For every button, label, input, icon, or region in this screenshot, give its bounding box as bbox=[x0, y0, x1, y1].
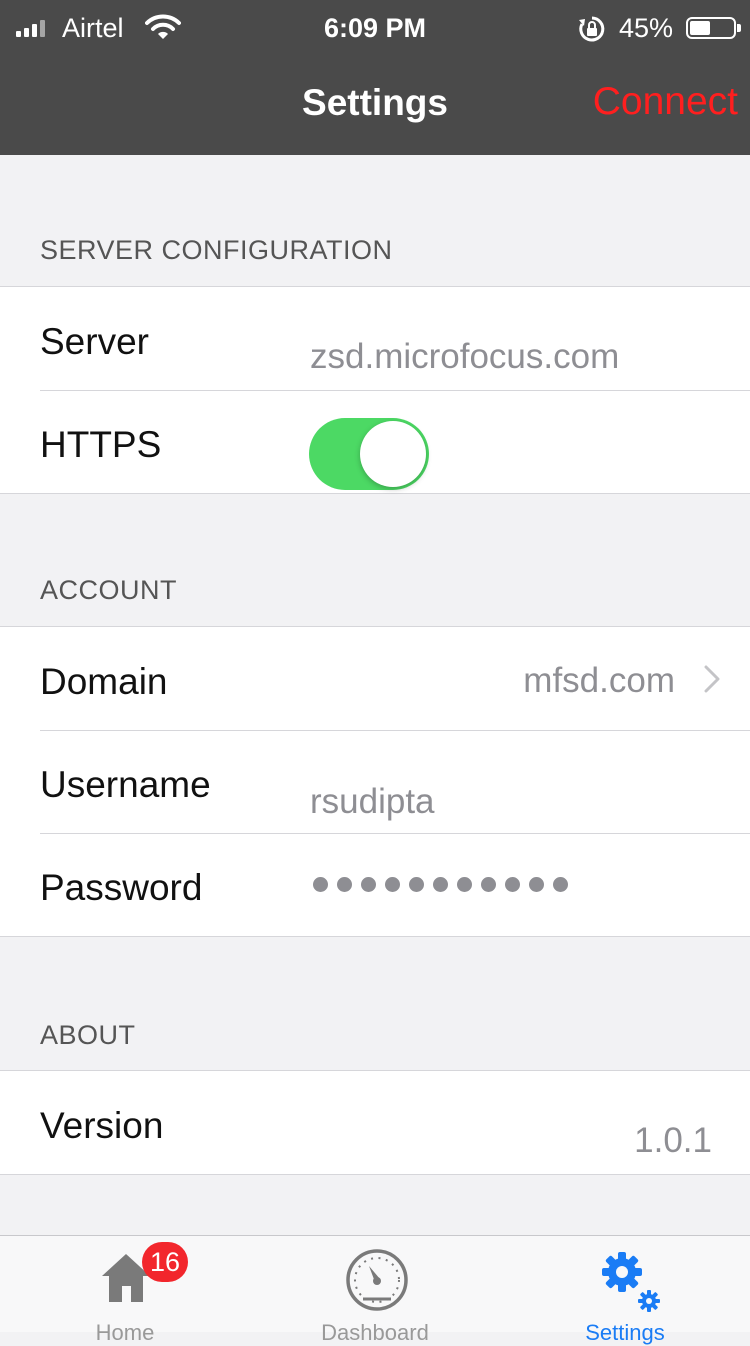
password-mask-dot bbox=[529, 877, 544, 892]
battery-level bbox=[690, 21, 710, 35]
about-group: Version 1.0.1 bbox=[0, 1070, 750, 1175]
domain-label: Domain bbox=[40, 661, 168, 702]
username-row[interactable]: Username rsudipta bbox=[0, 730, 750, 833]
home-notification-badge: 16 bbox=[142, 1242, 189, 1282]
top-bar: Airtel 6:09 PM 45% Settings Connect bbox=[0, 0, 750, 155]
section-header-server-configuration: SERVER CONFIGURATION bbox=[40, 235, 393, 265]
password-mask-dot bbox=[385, 877, 400, 892]
dashboard-icon bbox=[346, 1249, 408, 1311]
settings-list: SERVER CONFIGURATION Server zsd.microfoc… bbox=[0, 155, 750, 1235]
password-row[interactable]: Password bbox=[0, 833, 750, 936]
password-field[interactable] bbox=[313, 877, 568, 892]
username-label: Username bbox=[40, 764, 211, 805]
settings-icon bbox=[602, 1252, 660, 1312]
rotation-lock-icon bbox=[579, 16, 605, 42]
password-mask-dot bbox=[337, 877, 352, 892]
server-configuration-group: Server zsd.microfocus.com HTTPS bbox=[0, 286, 750, 494]
tab-home-label: Home bbox=[95, 1320, 155, 1345]
tab-dashboard-label: Dashboard bbox=[321, 1320, 429, 1345]
password-label: Password bbox=[40, 867, 203, 908]
version-value: 1.0.1 bbox=[634, 1121, 712, 1160]
tab-dashboard[interactable]: Dashboard bbox=[250, 1236, 500, 1345]
tab-settings-label: Settings bbox=[585, 1320, 665, 1345]
password-mask-dot bbox=[409, 877, 424, 892]
https-label: HTTPS bbox=[40, 424, 162, 465]
chevron-right-icon bbox=[704, 665, 720, 693]
server-row[interactable]: Server zsd.microfocus.com bbox=[0, 287, 750, 390]
username-field[interactable]: rsudipta bbox=[310, 782, 435, 822]
status-bar: Airtel 6:09 PM 45% bbox=[0, 0, 750, 58]
tab-bar: 16 Home Dashboard Settings bbox=[0, 1235, 750, 1345]
connect-button[interactable]: Connect bbox=[593, 80, 738, 124]
password-mask-dot bbox=[481, 877, 496, 892]
tab-settings[interactable]: Settings bbox=[500, 1236, 750, 1345]
https-row: HTTPS bbox=[0, 390, 750, 493]
battery-percent: 45% bbox=[619, 13, 674, 43]
tab-home[interactable]: 16 Home bbox=[0, 1236, 250, 1345]
password-mask-dot bbox=[457, 877, 472, 892]
server-label: Server bbox=[40, 321, 149, 362]
toggle-knob bbox=[360, 421, 426, 487]
domain-row[interactable]: Domain mfsd.com bbox=[0, 627, 750, 730]
battery-icon bbox=[686, 17, 741, 39]
password-mask-dot bbox=[313, 877, 328, 892]
section-header-about: ABOUT bbox=[40, 1020, 136, 1050]
password-mask-dot bbox=[505, 877, 520, 892]
https-toggle[interactable] bbox=[309, 418, 429, 490]
section-header-account: ACCOUNT bbox=[40, 575, 177, 605]
server-field[interactable]: zsd.microfocus.com bbox=[310, 337, 619, 377]
version-row: Version 1.0.1 bbox=[0, 1071, 750, 1174]
password-mask-dot bbox=[433, 877, 448, 892]
account-group: Domain mfsd.com Username rsudipta Passwo… bbox=[0, 626, 750, 937]
domain-value: mfsd.com bbox=[523, 661, 675, 700]
password-mask-dot bbox=[361, 877, 376, 892]
version-label: Version bbox=[40, 1105, 164, 1146]
password-mask-dot bbox=[553, 877, 568, 892]
